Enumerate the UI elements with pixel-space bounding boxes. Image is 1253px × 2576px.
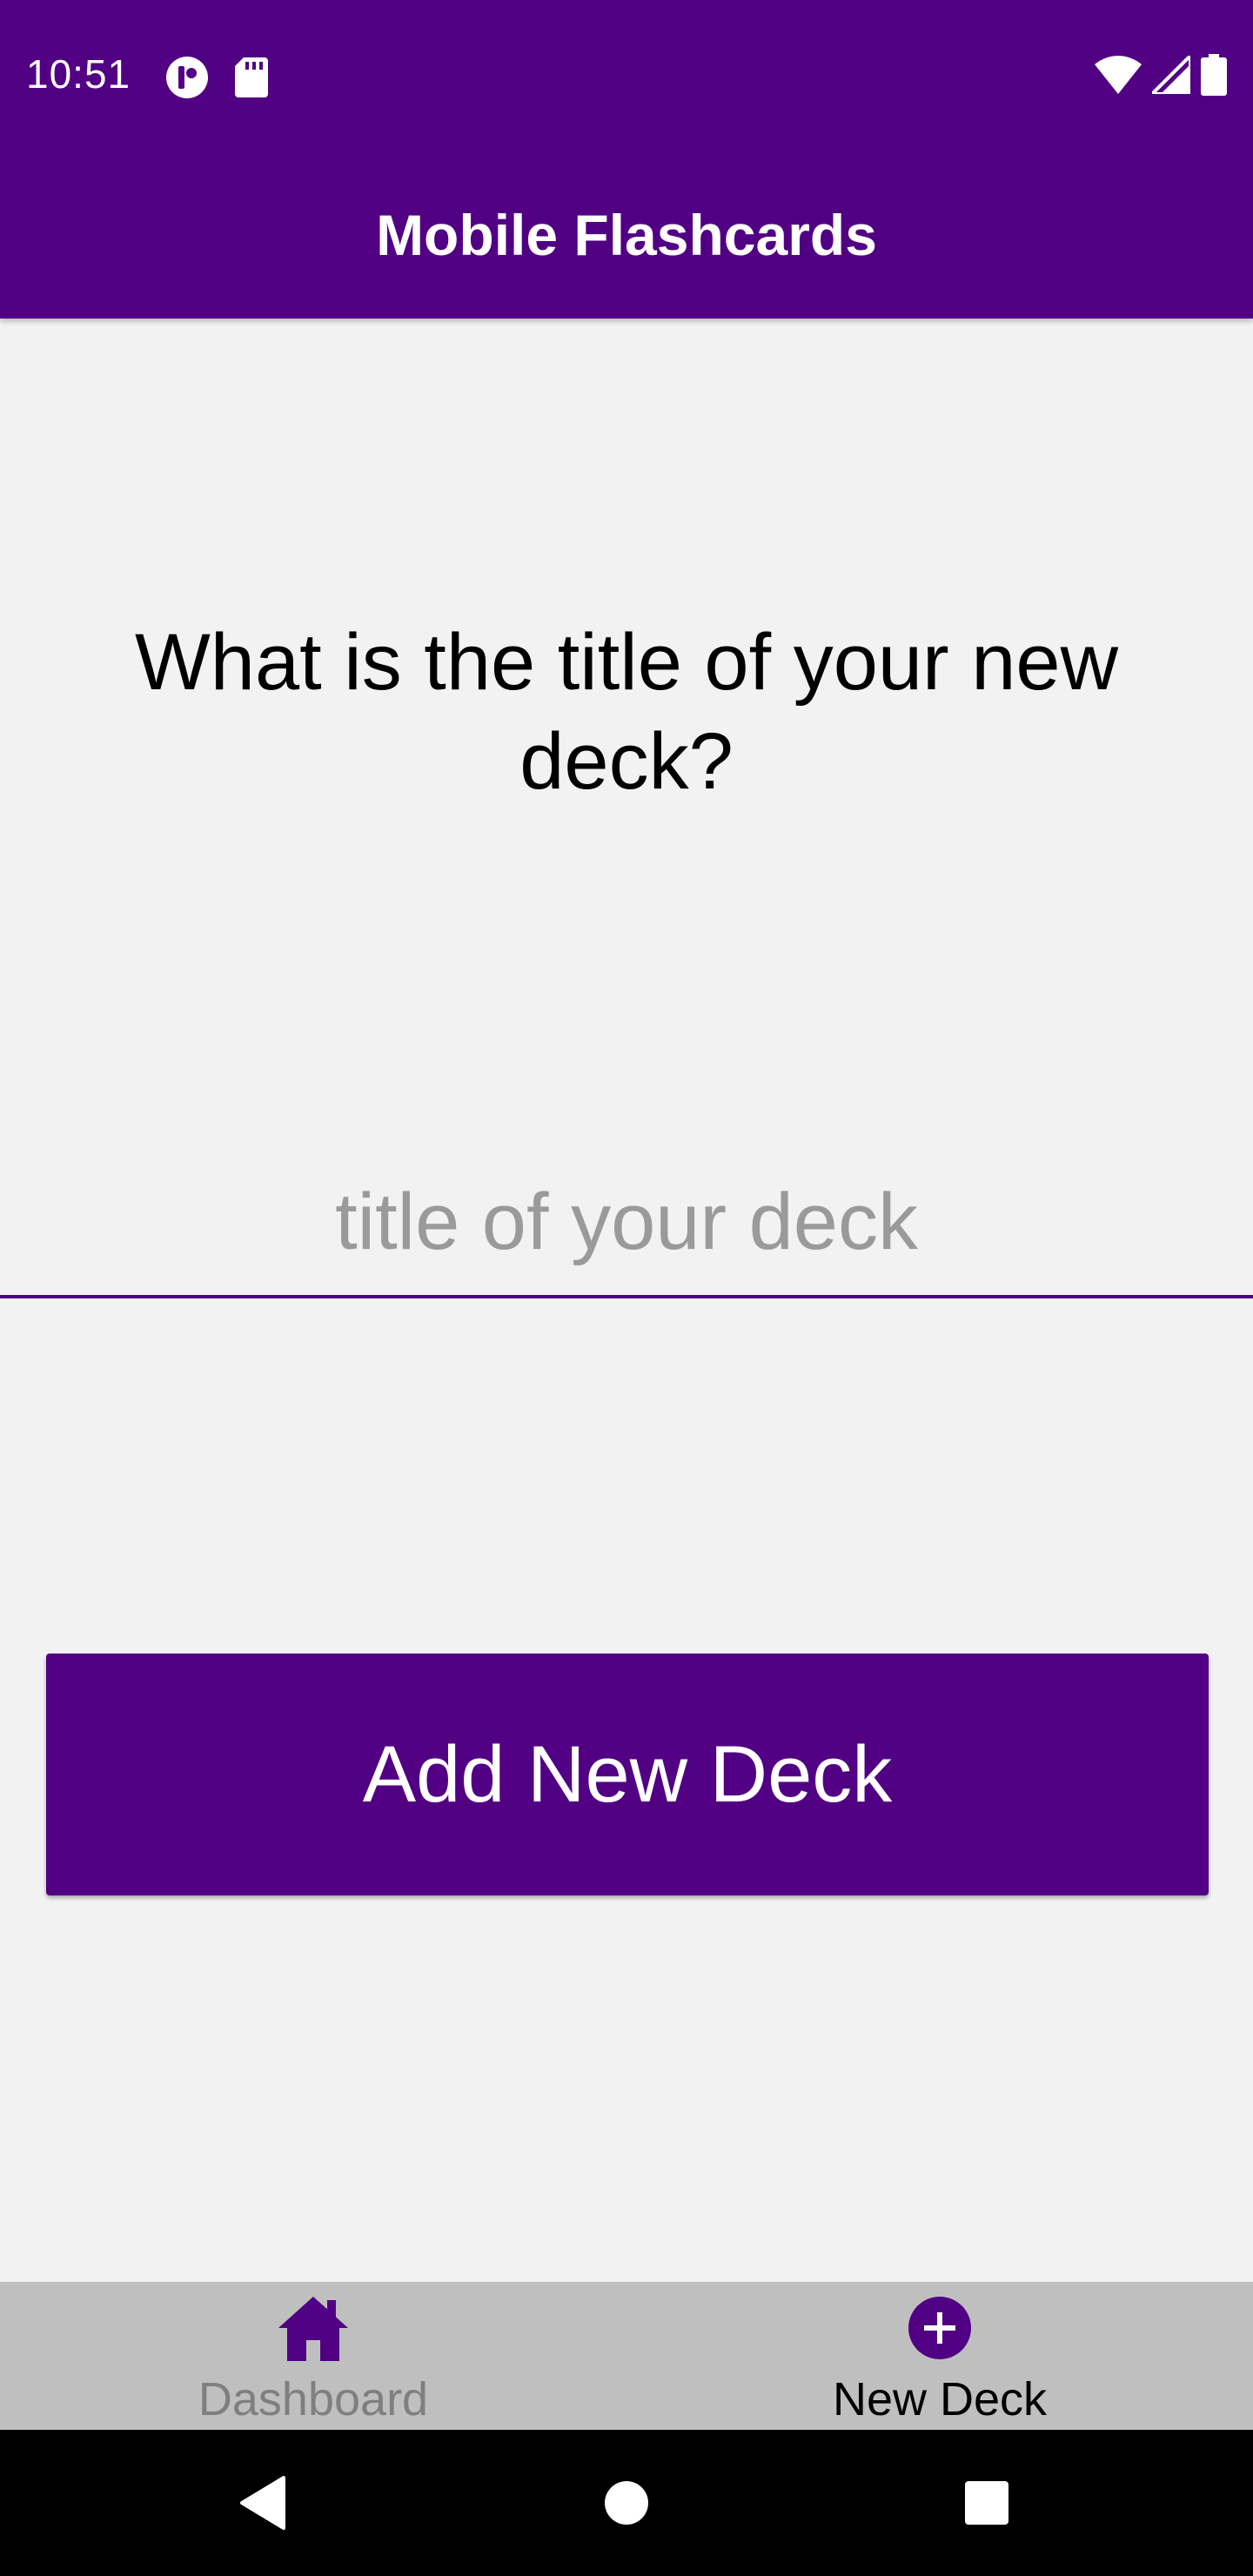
status-left-icons	[165, 56, 268, 104]
status-bar: 10:51	[0, 0, 1253, 150]
question-text: What is the title of your new deck?	[134, 618, 1119, 806]
deck-title-input[interactable]	[0, 1149, 1253, 1298]
add-new-deck-button[interactable]: Add New Deck	[46, 1654, 1209, 1895]
wifi-icon	[1095, 56, 1142, 98]
tab-dashboard-label: Dashboard	[198, 2373, 429, 2425]
plus-circle-icon	[901, 2289, 979, 2367]
system-nav-bar	[0, 2430, 1253, 2576]
tab-dashboard[interactable]: Dashboard	[0, 2282, 626, 2430]
tab-new-deck[interactable]: New Deck	[626, 2282, 1253, 2430]
app-title: Mobile Flashcards	[376, 203, 877, 267]
sd-card-icon	[235, 57, 268, 102]
back-icon[interactable]	[228, 2468, 298, 2538]
status-time: 10:51	[26, 51, 131, 97]
status-right-icons	[1095, 51, 1227, 100]
battery-icon	[1201, 54, 1227, 100]
home-circle-icon[interactable]	[592, 2468, 661, 2538]
recents-icon[interactable]	[952, 2468, 1022, 2538]
app-header: Mobile Flashcards	[0, 150, 1253, 319]
tab-new-deck-label: New Deck	[832, 2373, 1048, 2425]
signal-icon	[1148, 51, 1192, 98]
circle-app-icon	[165, 56, 209, 104]
bottom-tab-bar: Dashboard New Deck	[0, 2282, 1253, 2430]
home-icon	[274, 2289, 352, 2367]
screen: 10:51 Mobile Flashcards What is the titl…	[0, 0, 1253, 2576]
